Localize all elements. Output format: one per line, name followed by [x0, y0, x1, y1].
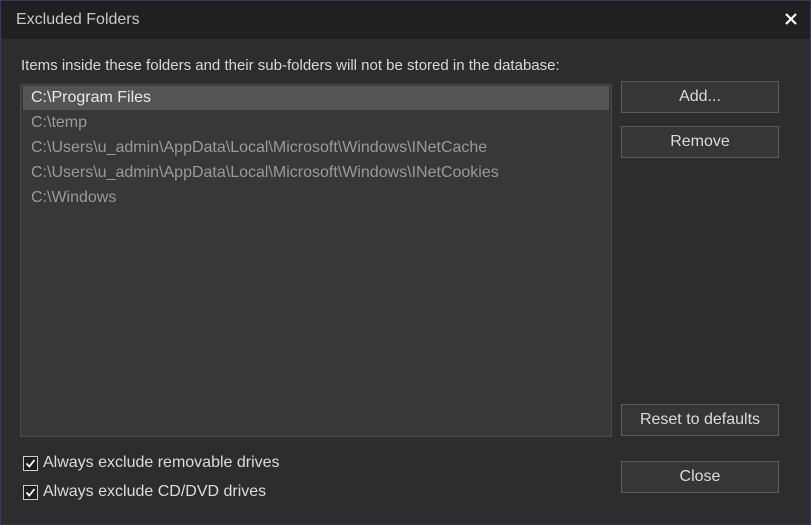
exclude-removable-checkbox[interactable] [23, 455, 38, 471]
folder-list-item[interactable]: C:\temp [23, 111, 609, 135]
title-bar: Excluded Folders [1, 1, 810, 39]
close-button[interactable]: Close [621, 461, 779, 493]
description-text: Items inside these folders and their sub… [21, 57, 560, 74]
add-button[interactable]: Add... [621, 81, 779, 113]
folder-list-item[interactable]: C:\Users\u_admin\AppData\Local\Microsoft… [23, 161, 609, 185]
folder-list-item[interactable]: C:\Program Files [23, 86, 609, 110]
reset-to-defaults-button[interactable]: Reset to defaults [621, 404, 779, 436]
remove-button[interactable]: Remove [621, 126, 779, 158]
excluded-folders-dialog: Excluded Folders Items inside these fold… [0, 0, 811, 525]
excluded-folder-list[interactable]: C:\Program Files C:\temp C:\Users\u_admi… [20, 84, 612, 437]
folder-list-item[interactable]: C:\Users\u_admin\AppData\Local\Microsoft… [23, 136, 609, 160]
close-icon[interactable] [782, 10, 800, 28]
checkmark-icon [25, 458, 36, 468]
folder-list-item[interactable]: C:\Windows [23, 186, 609, 210]
checkmark-icon [25, 487, 36, 497]
exclude-removable-label: Always exclude removable drives [43, 454, 280, 471]
exclude-removable-option[interactable]: Always exclude removable drives [23, 453, 280, 473]
dialog-title: Excluded Folders [16, 11, 140, 28]
exclude-cddvd-checkbox[interactable] [23, 484, 38, 500]
exclude-cddvd-option[interactable]: Always exclude CD/DVD drives [23, 482, 266, 502]
exclude-cddvd-label: Always exclude CD/DVD drives [43, 483, 267, 500]
